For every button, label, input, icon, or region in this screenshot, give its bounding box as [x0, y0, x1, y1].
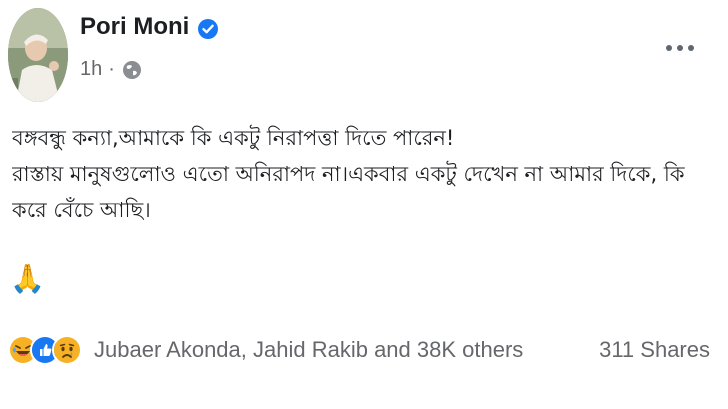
post-timestamp[interactable]: 1h [80, 58, 102, 81]
reactions-summary[interactable]: Jubaer Akonda, Jahid Rakib and 38K other… [8, 335, 523, 365]
post-text-line: বঙ্গবন্ধু কন্যা,আমাকে কি একটু নিরাপত্তা … [12, 126, 455, 150]
facebook-post: Pori Moni 1h · বঙ্গবন্ধু কন্যা,আমাকে কি … [0, 0, 728, 409]
reactions-names[interactable]: Jubaer Akonda, Jahid Rakib and 38K other… [94, 337, 523, 363]
author-header: Pori Moni [80, 10, 219, 44]
post-text: বঙ্গবন্ধু কন্যা,আমাকে কি একটু নিরাপত্তা … [12, 120, 708, 228]
reaction-icons [8, 335, 82, 365]
shares-count[interactable]: 311 Shares [599, 337, 710, 363]
sad-reaction-icon[interactable] [52, 335, 82, 365]
more-options-button[interactable] [662, 36, 698, 60]
post-text-line: করে বেঁচে আছি। [12, 198, 151, 222]
avatar[interactable] [8, 8, 68, 102]
more-options-icon [666, 45, 694, 51]
verified-badge-icon [197, 16, 219, 39]
post-footer: Jubaer Akonda, Jahid Rakib and 38K other… [8, 328, 710, 372]
post-meta: 1h · [80, 58, 143, 81]
folded-hands-emoji: 🙏 [10, 262, 45, 295]
post-text-line: রাস্তায় মানুষগুলোও এতো অনিরাপদ না।একবার… [12, 162, 685, 186]
meta-separator: · [108, 58, 115, 80]
author-name[interactable]: Pori Moni [80, 10, 189, 44]
avatar-photo [8, 8, 68, 102]
globe-icon[interactable] [121, 59, 143, 81]
